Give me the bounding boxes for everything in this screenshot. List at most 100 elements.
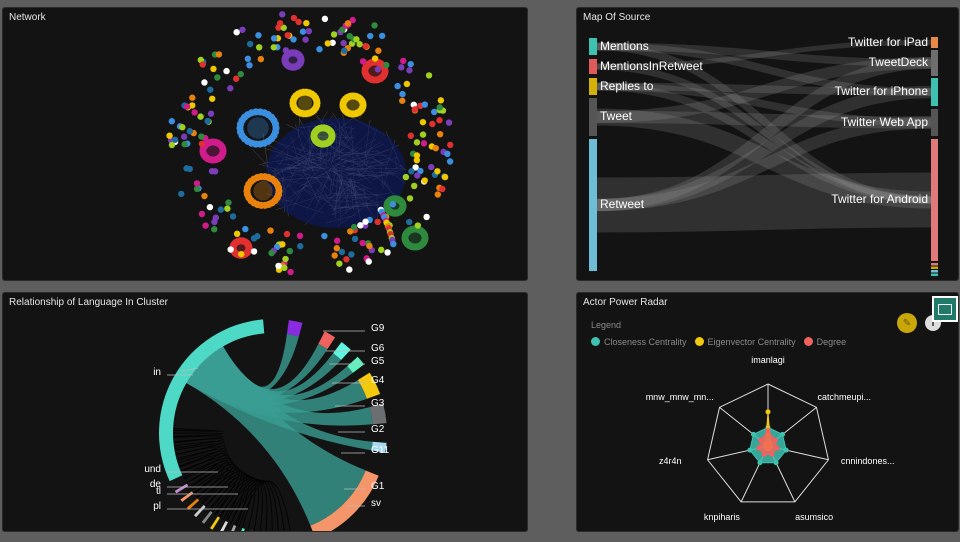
sankey-target-label: Twitter for iPad xyxy=(847,34,928,49)
network-node xyxy=(227,85,234,92)
radar-axis-label: knpiharis xyxy=(703,511,740,522)
network-node xyxy=(434,191,442,198)
sankey-target-node-small xyxy=(931,273,938,276)
chord-label-g9: G9 xyxy=(371,323,385,334)
network-node xyxy=(244,55,252,63)
network-node xyxy=(219,145,227,153)
network-node xyxy=(374,218,381,226)
sankey-target-node-small xyxy=(931,266,938,269)
network-node xyxy=(281,264,288,272)
network-node xyxy=(198,210,206,218)
network-node xyxy=(390,240,397,248)
network-node xyxy=(250,248,258,255)
chord-label-und: und xyxy=(144,464,161,475)
sankey-panel: Map Of Source Mentions MentionsInRetweet R… xyxy=(576,7,959,281)
network-node xyxy=(428,163,435,171)
chord-diagram xyxy=(159,319,387,531)
network-hub xyxy=(288,55,298,65)
network-node xyxy=(413,152,421,159)
network-node xyxy=(282,255,289,263)
chord-arc-small xyxy=(241,528,245,531)
network-node xyxy=(378,32,386,40)
network-graph[interactable] xyxy=(3,8,527,280)
network-node xyxy=(181,141,188,148)
sankey-target-node-small xyxy=(931,263,938,266)
network-node xyxy=(359,99,367,107)
network-node xyxy=(414,172,421,179)
sankey-source-node xyxy=(589,38,597,55)
radar-point xyxy=(750,431,756,437)
network-hub xyxy=(247,117,269,139)
radar-point xyxy=(758,437,764,443)
network-node xyxy=(399,200,407,208)
sankey-target-label: Twitter for Android xyxy=(831,192,928,206)
network-node xyxy=(331,252,338,259)
chord-link xyxy=(173,428,224,432)
network-node xyxy=(209,95,216,102)
network-node xyxy=(333,237,341,244)
chord-label-g2: G2 xyxy=(371,424,385,435)
chord-label-g11: G11 xyxy=(371,445,390,456)
network-node xyxy=(197,113,204,120)
network-node xyxy=(421,177,428,184)
network-node xyxy=(268,249,275,257)
network-hub xyxy=(253,181,273,201)
network-node xyxy=(432,144,439,152)
network-node xyxy=(246,40,254,48)
network-node xyxy=(239,26,246,33)
network-node xyxy=(214,74,221,81)
network-node xyxy=(371,55,379,62)
chord-arc-small xyxy=(180,491,194,502)
sankey-target-label: Twitter Web App xyxy=(840,114,928,129)
network-node xyxy=(413,139,421,146)
chord-label-sv: sv xyxy=(371,498,381,509)
network-node xyxy=(414,222,422,229)
sankey-source-node xyxy=(589,98,597,136)
network-node xyxy=(211,226,218,233)
network-node xyxy=(436,130,444,138)
network-node xyxy=(191,109,198,116)
network-node xyxy=(201,192,208,200)
network-node xyxy=(276,20,284,27)
network-node xyxy=(406,195,414,202)
network-node xyxy=(290,36,297,43)
sankey-target-node xyxy=(931,50,938,76)
network-node xyxy=(233,28,240,36)
network-node xyxy=(336,260,343,267)
network-node xyxy=(245,242,253,250)
network-node xyxy=(362,42,369,50)
chord-arc-g9 xyxy=(286,320,303,337)
sankey-target-node-small xyxy=(931,270,938,273)
network-node xyxy=(439,185,446,193)
sankey-source-label: Retweet xyxy=(600,197,645,211)
network-node xyxy=(328,130,336,138)
network-node xyxy=(316,46,323,53)
network-node xyxy=(436,104,443,111)
network-node xyxy=(271,120,280,128)
network-node xyxy=(212,214,220,221)
network-node xyxy=(274,183,283,192)
chord-arc-small xyxy=(186,498,200,510)
sankey-target-label: TweetDeck xyxy=(868,55,928,69)
network-node xyxy=(420,140,428,147)
network-node xyxy=(287,268,294,276)
network-node xyxy=(403,80,411,88)
radar-axis-label: catchmeupi... xyxy=(817,391,872,402)
chord-arc-small xyxy=(174,483,189,494)
network-node xyxy=(224,205,231,212)
network-node xyxy=(166,132,173,139)
network-node xyxy=(296,232,304,240)
chord-arc-small xyxy=(220,521,228,531)
radar-axis-label: asumsico xyxy=(795,511,834,522)
network-node xyxy=(400,57,407,65)
network-node xyxy=(246,62,253,69)
network-node xyxy=(445,119,453,126)
network-node xyxy=(344,20,352,27)
network-node xyxy=(353,36,360,43)
network-node xyxy=(434,168,441,175)
sankey-source-node xyxy=(589,78,597,95)
network-node xyxy=(186,128,194,135)
sankey-source-label: Replies to xyxy=(600,78,654,93)
sankey-source-node xyxy=(589,59,597,74)
radar-axis-label: z4r4n xyxy=(659,456,682,467)
